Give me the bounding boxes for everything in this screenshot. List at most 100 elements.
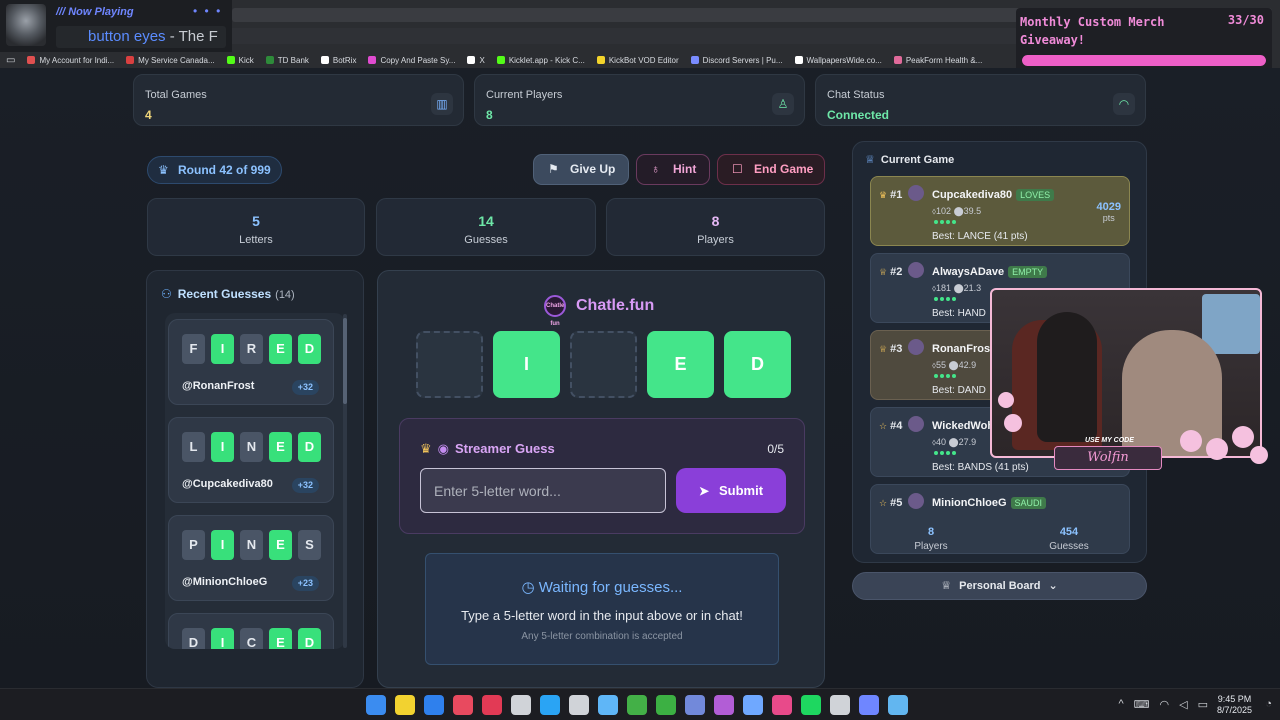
player-best: Best: HAND: [932, 308, 986, 319]
taskbar-app-icon[interactable]: [685, 695, 705, 715]
recent-guesses-panel: ⚇ Recent Guesses (14) F I R E D @RonanFrost +32 L…: [146, 270, 364, 688]
guess-tile: E: [269, 628, 292, 649]
letters-value: 5: [252, 213, 260, 229]
chevron-up-icon[interactable]: ^: [1118, 698, 1123, 711]
guess-username: @Cupcakediva80: [182, 478, 273, 490]
word-input[interactable]: [420, 468, 666, 513]
taskbar-app-icon[interactable]: [743, 695, 763, 715]
board-tile: [570, 331, 637, 398]
merch-progress-bar: [1022, 55, 1266, 66]
taskbar-app-icon[interactable]: [714, 695, 734, 715]
bookmark-label: Discord Servers | Pu...: [702, 55, 783, 65]
taskbar-app-icon[interactable]: [395, 695, 415, 715]
player-best: Best: BANDS (41 pts): [932, 462, 1029, 473]
taskbar-app-icon[interactable]: [656, 695, 676, 715]
taskbar-app-icon[interactable]: [859, 695, 879, 715]
taskbar-app-icon[interactable]: [627, 695, 647, 715]
bookmark-item[interactable]: Kick: [221, 56, 260, 65]
footer-players-value: 8: [927, 526, 935, 538]
hint-button[interactable]: ♁ Hint: [636, 154, 710, 185]
taskbar-app-icon[interactable]: [482, 695, 502, 715]
volume-icon[interactable]: ◁: [1179, 698, 1187, 711]
brand: Chatle fun Chatle.fun: [544, 295, 655, 327]
give-up-button[interactable]: ⚑ Give Up: [533, 154, 629, 185]
guess-username: @RonanFrost: [182, 380, 255, 392]
taskbar-app-icon[interactable]: [424, 695, 444, 715]
board-tile: I: [493, 331, 560, 398]
taskbar-app-icon[interactable]: [801, 695, 821, 715]
bookmark-icon: [226, 56, 235, 64]
waiting-note: Any 5-letter combination is accepted: [521, 631, 683, 642]
bookmark-item[interactable]: My Account for Indi...: [21, 56, 120, 65]
leaderboard-entry[interactable]: ♛ #1 Cupcakediva80 LOVES ⬨102 ⬤39.5 Best: LAN…: [870, 176, 1130, 246]
footer-guesses: 454 Guesses: [999, 526, 1139, 552]
chatle-logo: Chatle fun: [544, 295, 566, 327]
personal-board-label: Personal Board: [959, 580, 1041, 592]
send-icon: ➤: [698, 484, 709, 498]
bookmark-item[interactable]: Copy And Paste Sy...: [362, 56, 461, 65]
guess-tile: N: [240, 530, 263, 560]
bookmark-item[interactable]: TD Bank: [260, 56, 315, 65]
bookmark-item[interactable]: WallpapersWide.co...: [789, 56, 888, 65]
taskbar-app-icon[interactable]: [366, 695, 386, 715]
guess-tiles: FIRED: [182, 334, 321, 364]
taskbar-app-icon[interactable]: [888, 695, 908, 715]
taskbar-app-icon[interactable]: [569, 695, 589, 715]
bookmark-item[interactable]: Kicklet.app - Kick C...: [491, 56, 591, 65]
waiting-subtitle: Type a 5-letter word in the input above …: [461, 608, 743, 623]
guess-tile: I: [211, 530, 234, 560]
guess-card: F I R E D @RonanFrost +32: [168, 319, 334, 405]
scrollbar-thumb[interactable]: [343, 318, 347, 404]
users-icon: ⚇: [161, 287, 172, 301]
bookmark-label: My Account for Indi...: [39, 55, 115, 65]
code-label: USE MY CODE: [1085, 437, 1134, 444]
rank-value: #5: [890, 497, 903, 509]
player-name: WickedWoh: [932, 420, 994, 432]
player-stats: ⬨55 ⬤42.9: [932, 360, 977, 370]
taskbar-app-icon[interactable]: [772, 695, 792, 715]
player-progress-dots: [934, 220, 956, 224]
current-players-card: Current Players 8 ♙: [474, 74, 805, 126]
submit-button[interactable]: ➤ Submit: [676, 468, 786, 513]
taskbar-app-icon[interactable]: [453, 695, 473, 715]
players-stat: 8 Players: [606, 198, 825, 256]
chat-status-value: Connected: [827, 108, 890, 122]
clock[interactable]: 9:45 PM 8/7/2025: [1217, 694, 1252, 716]
bar-chart-icon: ▥: [431, 93, 453, 115]
bookmark-item[interactable]: PeakForm Health &...: [888, 56, 988, 65]
recent-guesses-scrollbar[interactable]: [343, 314, 347, 648]
guess-tile: E: [269, 432, 292, 462]
bookmarks-menu[interactable]: ▭: [0, 55, 21, 66]
flag-icon: ⚑: [548, 162, 559, 176]
players-label: Players: [697, 234, 734, 246]
player-badge: SAUDI: [1010, 497, 1047, 509]
streamer-guess-title: Streamer Guess: [455, 441, 555, 456]
wifi-icon: ◠: [1113, 93, 1135, 115]
taskbar-app-icon[interactable]: [830, 695, 850, 715]
battery-icon[interactable]: ▭: [1198, 698, 1208, 711]
personal-board-button[interactable]: ♕ Personal Board ⌄: [852, 572, 1147, 600]
end-game-button[interactable]: ☐ End Game: [717, 154, 825, 185]
keyboard-icon[interactable]: ⌨: [1134, 698, 1150, 711]
trophy-icon: ♕: [941, 580, 952, 592]
album-art: [6, 4, 46, 46]
bookmark-item[interactable]: Discord Servers | Pu...: [685, 56, 789, 65]
recent-guesses-list[interactable]: F I R E D @RonanFrost +32 L I N E D @Cupcakediva80 +3…: [165, 313, 345, 649]
bookmark-item[interactable]: My Service Canada...: [120, 56, 220, 65]
guesses-label: Guesses: [464, 234, 508, 246]
avatar: [908, 185, 924, 201]
guess-tile: C: [240, 628, 263, 649]
bookmark-item[interactable]: BotRix: [315, 56, 363, 65]
bookmark-item[interactable]: X: [461, 56, 490, 65]
wifi-icon[interactable]: ◠: [1160, 698, 1170, 711]
bookmark-item[interactable]: KickBot VOD Editor: [591, 56, 685, 65]
taskbar-app-icon[interactable]: [540, 695, 560, 715]
guess-tile: I: [211, 628, 234, 649]
brand-name: Chatle.fun: [576, 297, 655, 314]
clock-date: 8/7/2025: [1216, 705, 1252, 715]
guess-tile: F: [182, 334, 205, 364]
taskbar-app-icon[interactable]: [598, 695, 618, 715]
taskbar-app-icon[interactable]: [511, 695, 531, 715]
notification-icon[interactable]: ◔: [1265, 698, 1272, 710]
rank-icon: ☆: [879, 498, 888, 508]
